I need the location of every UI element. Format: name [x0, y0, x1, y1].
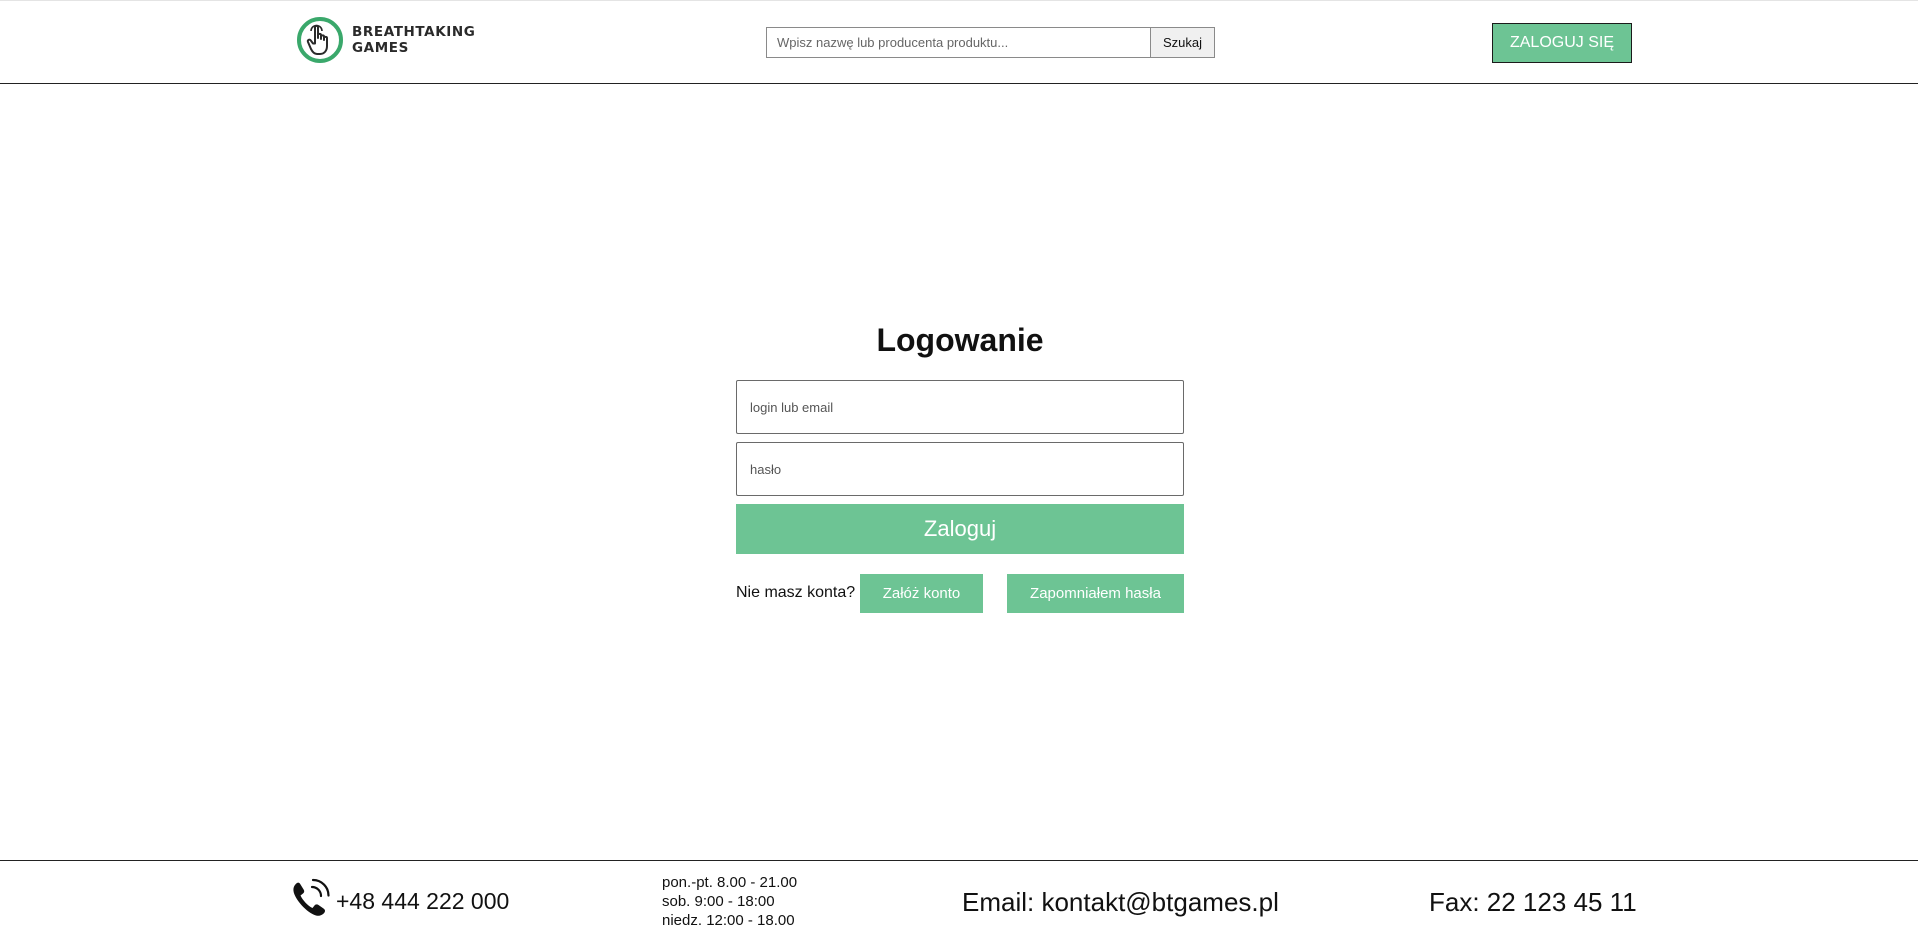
login-email-field[interactable]: [736, 380, 1184, 434]
logo-line-2: GAMES: [352, 40, 409, 56]
header: BREATHTAKING GAMES Szukaj ZALOGUJ SIĘ: [0, 0, 1918, 84]
search-input[interactable]: [766, 27, 1150, 58]
search-bar: Szukaj: [766, 27, 1215, 58]
contact-email: Email: kontakt@btgames.pl: [962, 887, 1279, 917]
forgot-password-button[interactable]: Zapomniałem hasła: [1007, 574, 1184, 613]
logo-text: BREATHTAKING GAMES: [352, 24, 476, 56]
page-title: Logowanie: [876, 322, 1044, 358]
phone-number: +48 444 222 000: [336, 888, 510, 914]
hand-pointer-icon: [297, 17, 343, 63]
hours-saturday: sob. 9:00 - 18:00: [662, 893, 775, 910]
search-button[interactable]: Szukaj: [1150, 27, 1215, 58]
password-field[interactable]: [736, 442, 1184, 496]
contact-fax: Fax: 22 123 45 11: [1429, 887, 1637, 917]
register-button[interactable]: Załóż konto: [860, 574, 983, 613]
no-account-label: Nie masz konta?: [736, 584, 856, 601]
footer: +48 444 222 000 pon.-pt. 8.00 - 21.00 so…: [0, 860, 1918, 937]
opening-hours: pon.-pt. 8.00 - 21.00 sob. 9:00 - 18:00 …: [662, 873, 797, 930]
logo[interactable]: BREATHTAKING GAMES: [297, 15, 476, 65]
hours-weekdays: pon.-pt. 8.00 - 21.00: [662, 874, 798, 891]
header-login-button[interactable]: ZALOGUJ SIĘ: [1492, 23, 1632, 63]
login-submit-button[interactable]: Zaloguj: [736, 504, 1184, 554]
phone-icon: [293, 878, 330, 916]
logo-line-1: BREATHTAKING: [352, 24, 476, 40]
hours-sunday: niedz. 12:00 - 18.00: [662, 912, 795, 929]
